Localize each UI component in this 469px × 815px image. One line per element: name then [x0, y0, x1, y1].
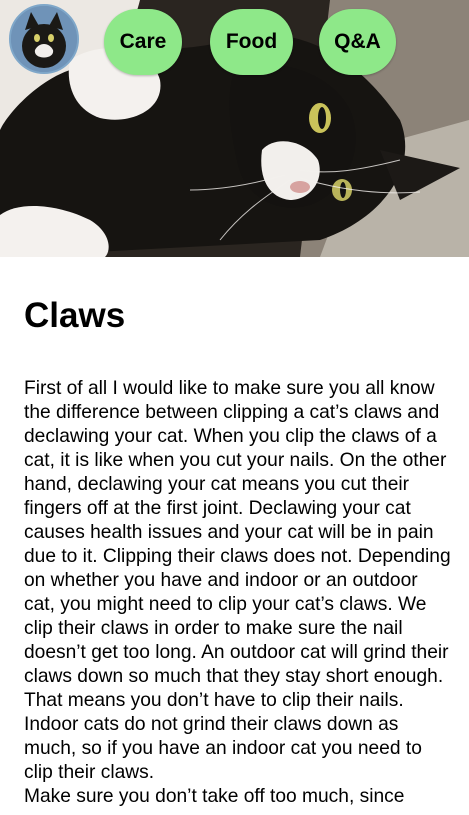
nav-qa-button[interactable]: Q&A	[319, 9, 396, 75]
logo-avatar[interactable]	[9, 4, 79, 74]
nav-care-button[interactable]: Care	[104, 9, 182, 75]
page-title: Claws	[24, 296, 126, 335]
hero-banner: Care Food Q&A	[0, 0, 469, 257]
article-paragraph: Make sure you don’t take off too much, s…	[24, 786, 405, 807]
article-paragraph: First of all I would like to make sure y…	[24, 378, 451, 783]
article-content: Claws First of all I would like to make …	[0, 257, 469, 809]
cat-avatar-icon	[11, 6, 77, 72]
nav-food-button[interactable]: Food	[210, 9, 293, 75]
